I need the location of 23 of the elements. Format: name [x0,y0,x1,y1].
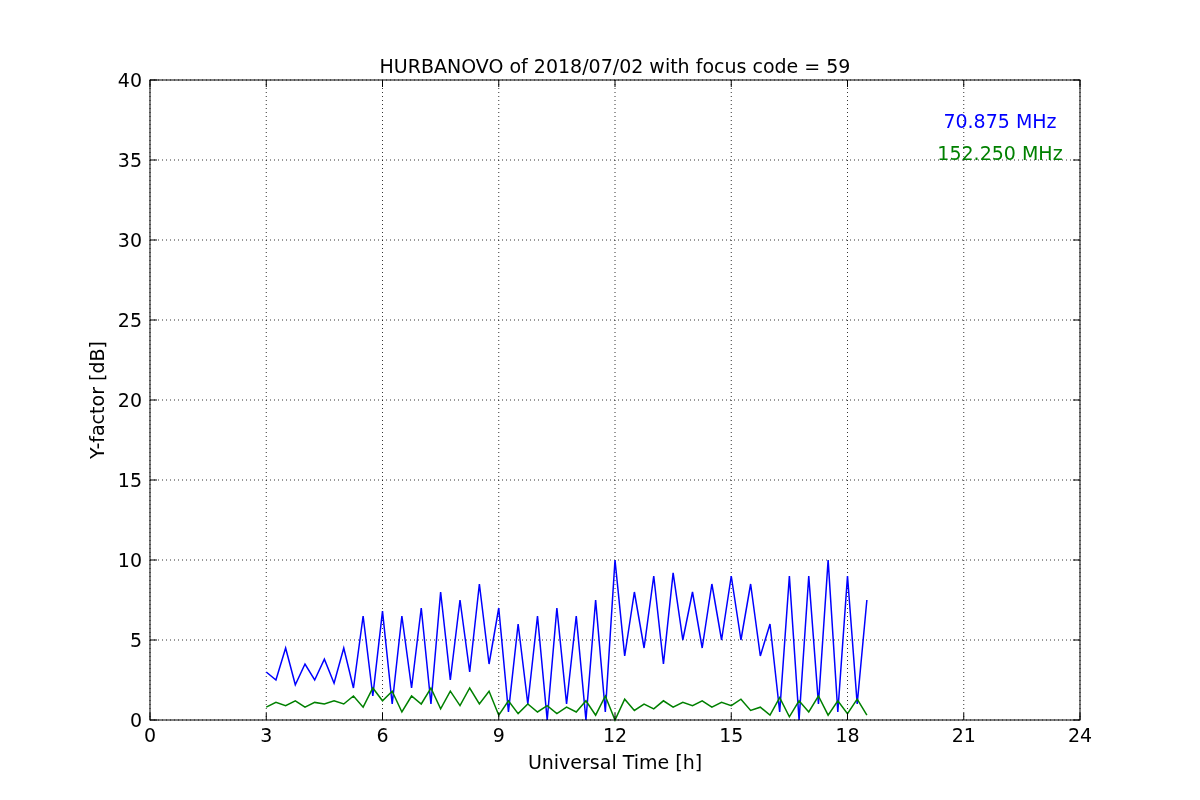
y-tick-label: 0 [129,709,142,731]
x-axis-label: Universal Time [h] [527,751,703,773]
y-tick-label: 15 [117,469,142,491]
x-tick-label: 0 [143,724,157,746]
x-tick-label: 15 [719,724,744,746]
y-tick-label: 40 [117,69,142,91]
y-tick-label: 35 [117,149,142,171]
x-tick-label: 21 [951,724,976,746]
x-tick-label: 24 [1067,724,1093,746]
y-tick-label: 10 [117,549,142,571]
y-tick-label: 5 [129,629,142,651]
y-axis-label: Y-factor [dB] [86,341,108,459]
chart-title: HURBANOVO of 2018/07/02 with focus code = 59 [379,55,851,77]
x-tick-label: 12 [602,724,628,746]
x-tick-label: 18 [835,724,860,746]
x-tick-label: 3 [260,724,273,746]
x-tick-label: 9 [492,724,505,746]
series-label: 70.875 MHz [943,110,1057,132]
series-label: 152.250 MHz [937,142,1063,164]
y-tick-label: 30 [117,229,142,251]
y-tick-label: 20 [117,389,142,411]
x-tick-label: 6 [376,724,389,746]
y-tick-label: 25 [117,309,142,331]
